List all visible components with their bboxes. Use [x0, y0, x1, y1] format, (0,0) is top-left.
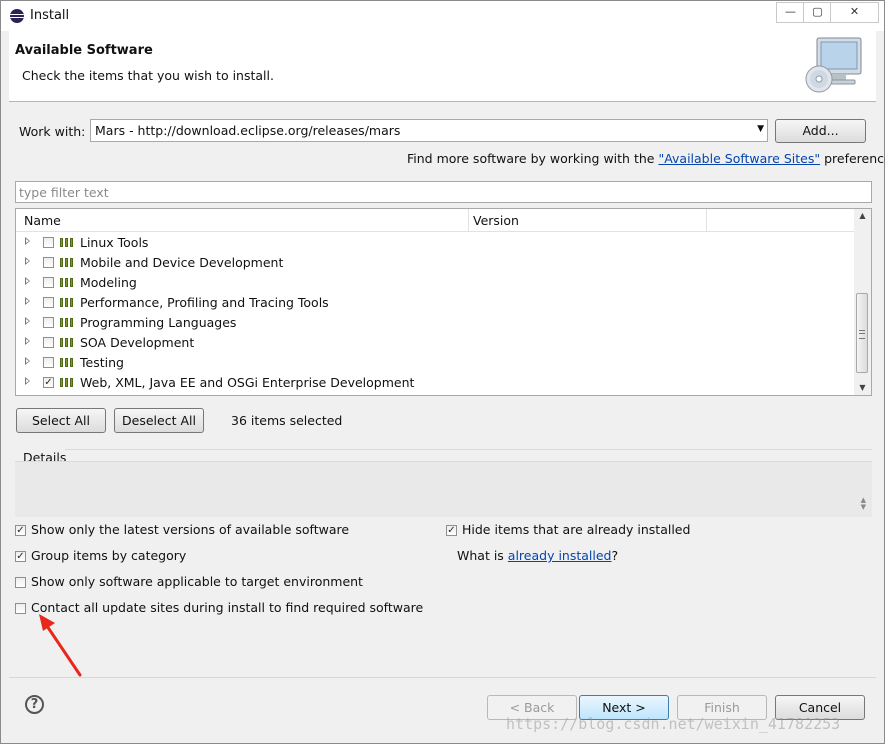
select-all-button[interactable]: Select All	[16, 408, 106, 433]
expand-arrow-icon[interactable]	[25, 277, 30, 285]
available-sites-hint: Find more software by working with the "…	[407, 151, 885, 166]
expand-arrow-icon[interactable]	[25, 377, 30, 385]
tree-item-label: Modeling	[80, 275, 137, 290]
deselect-all-button[interactable]: Deselect All	[114, 408, 204, 433]
category-icon	[60, 298, 75, 307]
category-icon	[60, 378, 75, 387]
scroll-down-icon[interactable]: ▼	[854, 381, 871, 395]
title-bar: Install — ▢ ✕	[1, 1, 884, 31]
maximize-button[interactable]: ▢	[803, 2, 832, 23]
page-title: Available Software	[15, 43, 153, 58]
filter-input[interactable]: type filter text	[15, 181, 872, 203]
tree-item-label: Testing	[80, 355, 124, 370]
tree-item-checkbox[interactable]	[43, 357, 54, 368]
option-checkbox[interactable]: ✓	[15, 525, 26, 536]
tree-row[interactable]: Modeling	[16, 273, 854, 293]
tree-row[interactable]: ✓ Web, XML, Java EE and OSGi Enterprise …	[16, 373, 854, 393]
tree-row[interactable]: Testing	[16, 353, 854, 373]
minimize-button[interactable]: —	[776, 2, 805, 23]
tree-item-checkbox[interactable]	[43, 297, 54, 308]
tree-item-label: Performance, Profiling and Tracing Tools	[80, 295, 329, 310]
option-label: Show only software applicable to target …	[31, 574, 363, 589]
column-divider	[706, 209, 707, 231]
tree-item-label: Programming Languages	[80, 315, 237, 330]
expand-arrow-icon[interactable]	[25, 337, 30, 345]
wizard-header: Available Software Check the items that …	[9, 31, 876, 102]
available-software-sites-link[interactable]: "Available Software Sites"	[658, 151, 820, 166]
option-checkbox[interactable]	[15, 603, 26, 614]
scroll-up-icon[interactable]: ▲	[854, 209, 871, 223]
option-checkbox[interactable]: ✓	[15, 551, 26, 562]
column-divider	[468, 209, 469, 231]
tree-row[interactable]: Mobile and Device Development	[16, 253, 854, 273]
hint-suffix: preferences.	[824, 151, 885, 166]
category-icon	[60, 358, 75, 367]
tree-item-checkbox[interactable]	[43, 257, 54, 268]
details-divider	[65, 449, 872, 450]
eclipse-logo-icon	[10, 9, 24, 23]
work-with-value: Mars - http://download.eclipse.org/relea…	[95, 123, 401, 138]
option-label: Contact all update sites during install …	[31, 600, 424, 615]
work-with-label: Work with:	[19, 124, 86, 139]
what-is-installed: What is already installed?	[457, 548, 618, 563]
option-checkbox[interactable]: ✓	[446, 525, 457, 536]
tree-item-checkbox[interactable]: ✓	[43, 377, 54, 388]
what-is-prefix: What is	[457, 548, 504, 563]
details-scroll-icon[interactable]: ▲ ▼	[861, 497, 866, 511]
install-dialog: Install — ▢ ✕ Available Software Check t…	[0, 0, 885, 744]
expand-arrow-icon[interactable]	[25, 237, 30, 245]
tree-scrollbar[interactable]: ▲ ▼	[854, 209, 871, 395]
tree-item-label: Linux Tools	[80, 235, 149, 250]
tree-item-checkbox[interactable]	[43, 317, 54, 328]
page-description: Check the items that you wish to install…	[22, 68, 274, 83]
tree-header: Name Version	[16, 209, 854, 232]
tree-item-checkbox[interactable]	[43, 237, 54, 248]
annotation-arrow-icon	[39, 614, 82, 677]
option-label: Hide items that are already installed	[462, 522, 691, 537]
details-text-area[interactable]: ▲ ▼	[15, 461, 872, 517]
category-icon	[60, 278, 75, 287]
install-banner-icon	[805, 37, 862, 93]
category-icon	[60, 258, 75, 267]
add-site-button[interactable]: Add...	[775, 119, 866, 143]
what-is-suffix: ?	[611, 548, 619, 563]
tree-item-label: Web, XML, Java EE and OSGi Enterprise De…	[80, 375, 415, 390]
expand-arrow-icon[interactable]	[25, 317, 30, 325]
tree-item-label: SOA Development	[80, 335, 195, 350]
already-installed-link[interactable]: already installed	[508, 548, 612, 563]
category-icon	[60, 318, 75, 327]
category-icon	[60, 338, 75, 347]
hint-prefix: Find more software by working with the	[407, 151, 655, 166]
close-button[interactable]: ✕	[830, 2, 879, 23]
watermark-text: https://blog.csdn.net/weixin_41782253	[506, 715, 841, 733]
tree-row[interactable]: Performance, Profiling and Tracing Tools	[16, 293, 854, 313]
help-icon[interactable]: ?	[25, 695, 44, 714]
column-version[interactable]: Version	[473, 213, 519, 228]
details-group: Details ▲ ▼	[15, 441, 872, 517]
tree-row[interactable]: SOA Development	[16, 333, 854, 353]
column-name[interactable]: Name	[24, 213, 61, 228]
expand-arrow-icon[interactable]	[25, 357, 30, 365]
category-icon	[60, 238, 75, 247]
footer-divider	[9, 677, 876, 678]
tree-row[interactable]: Programming Languages	[16, 313, 854, 333]
tree-item-checkbox[interactable]	[43, 277, 54, 288]
chevron-down-icon[interactable]: ▼	[757, 124, 764, 134]
expand-arrow-icon[interactable]	[25, 257, 30, 265]
tree-row[interactable]: Linux Tools	[16, 233, 854, 253]
option-label: Group items by category	[31, 548, 187, 563]
tree-item-checkbox[interactable]	[43, 337, 54, 348]
tree-item-label: Mobile and Device Development	[80, 255, 284, 270]
scroll-thumb[interactable]	[856, 293, 868, 373]
work-with-combo[interactable]: Mars - http://download.eclipse.org/relea…	[90, 119, 768, 142]
window-title: Install	[30, 8, 70, 23]
option-checkbox[interactable]	[15, 577, 26, 588]
selection-count: 36 items selected	[231, 413, 343, 428]
software-tree[interactable]: Name Version Linux Tools Mobile and Devi…	[15, 208, 872, 396]
option-label: Show only the latest versions of availab…	[31, 522, 350, 537]
expand-arrow-icon[interactable]	[25, 297, 30, 305]
